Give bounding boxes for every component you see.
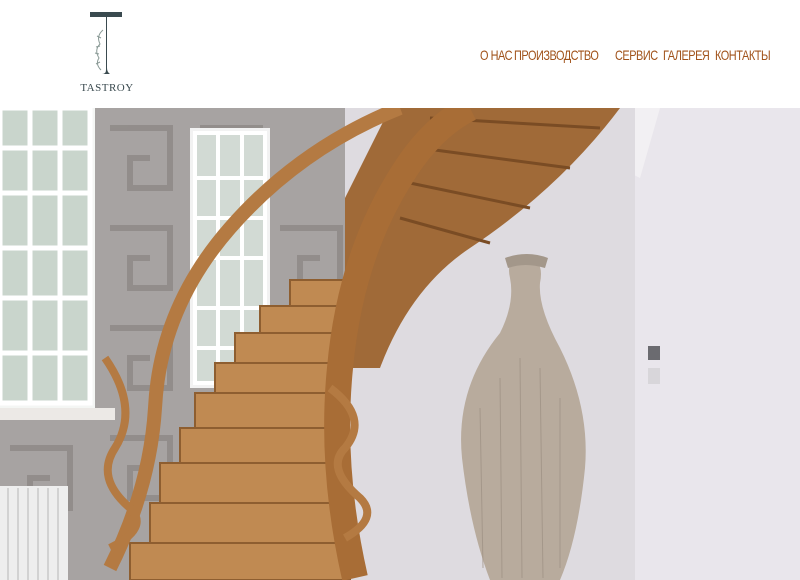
- nav-item-production[interactable]: ПРОИЗВОДСТВО: [514, 47, 599, 63]
- site-header: TASTROY О НАС ПРОИЗВОДСТВО СЕРВИС ГАЛЕРЕ…: [0, 0, 800, 108]
- main-nav: О НАС ПРОИЗВОДСТВО СЕРВИС ГАЛЕРЕЯ КОНТАК…: [480, 44, 771, 66]
- hero-image: [0, 108, 800, 580]
- brand-name: TASTROY: [80, 82, 134, 94]
- nav-item-contacts[interactable]: КОНТАКТЫ: [715, 47, 771, 63]
- logo-t-mark-icon: [90, 12, 122, 74]
- logo[interactable]: TASTROY: [80, 10, 134, 98]
- staircase-photo: [0, 108, 800, 580]
- nav-item-service[interactable]: СЕРВИС: [615, 47, 658, 63]
- nav-item-gallery[interactable]: ГАЛЕРЕЯ: [663, 47, 710, 63]
- nav-item-about[interactable]: О НАС: [480, 47, 512, 63]
